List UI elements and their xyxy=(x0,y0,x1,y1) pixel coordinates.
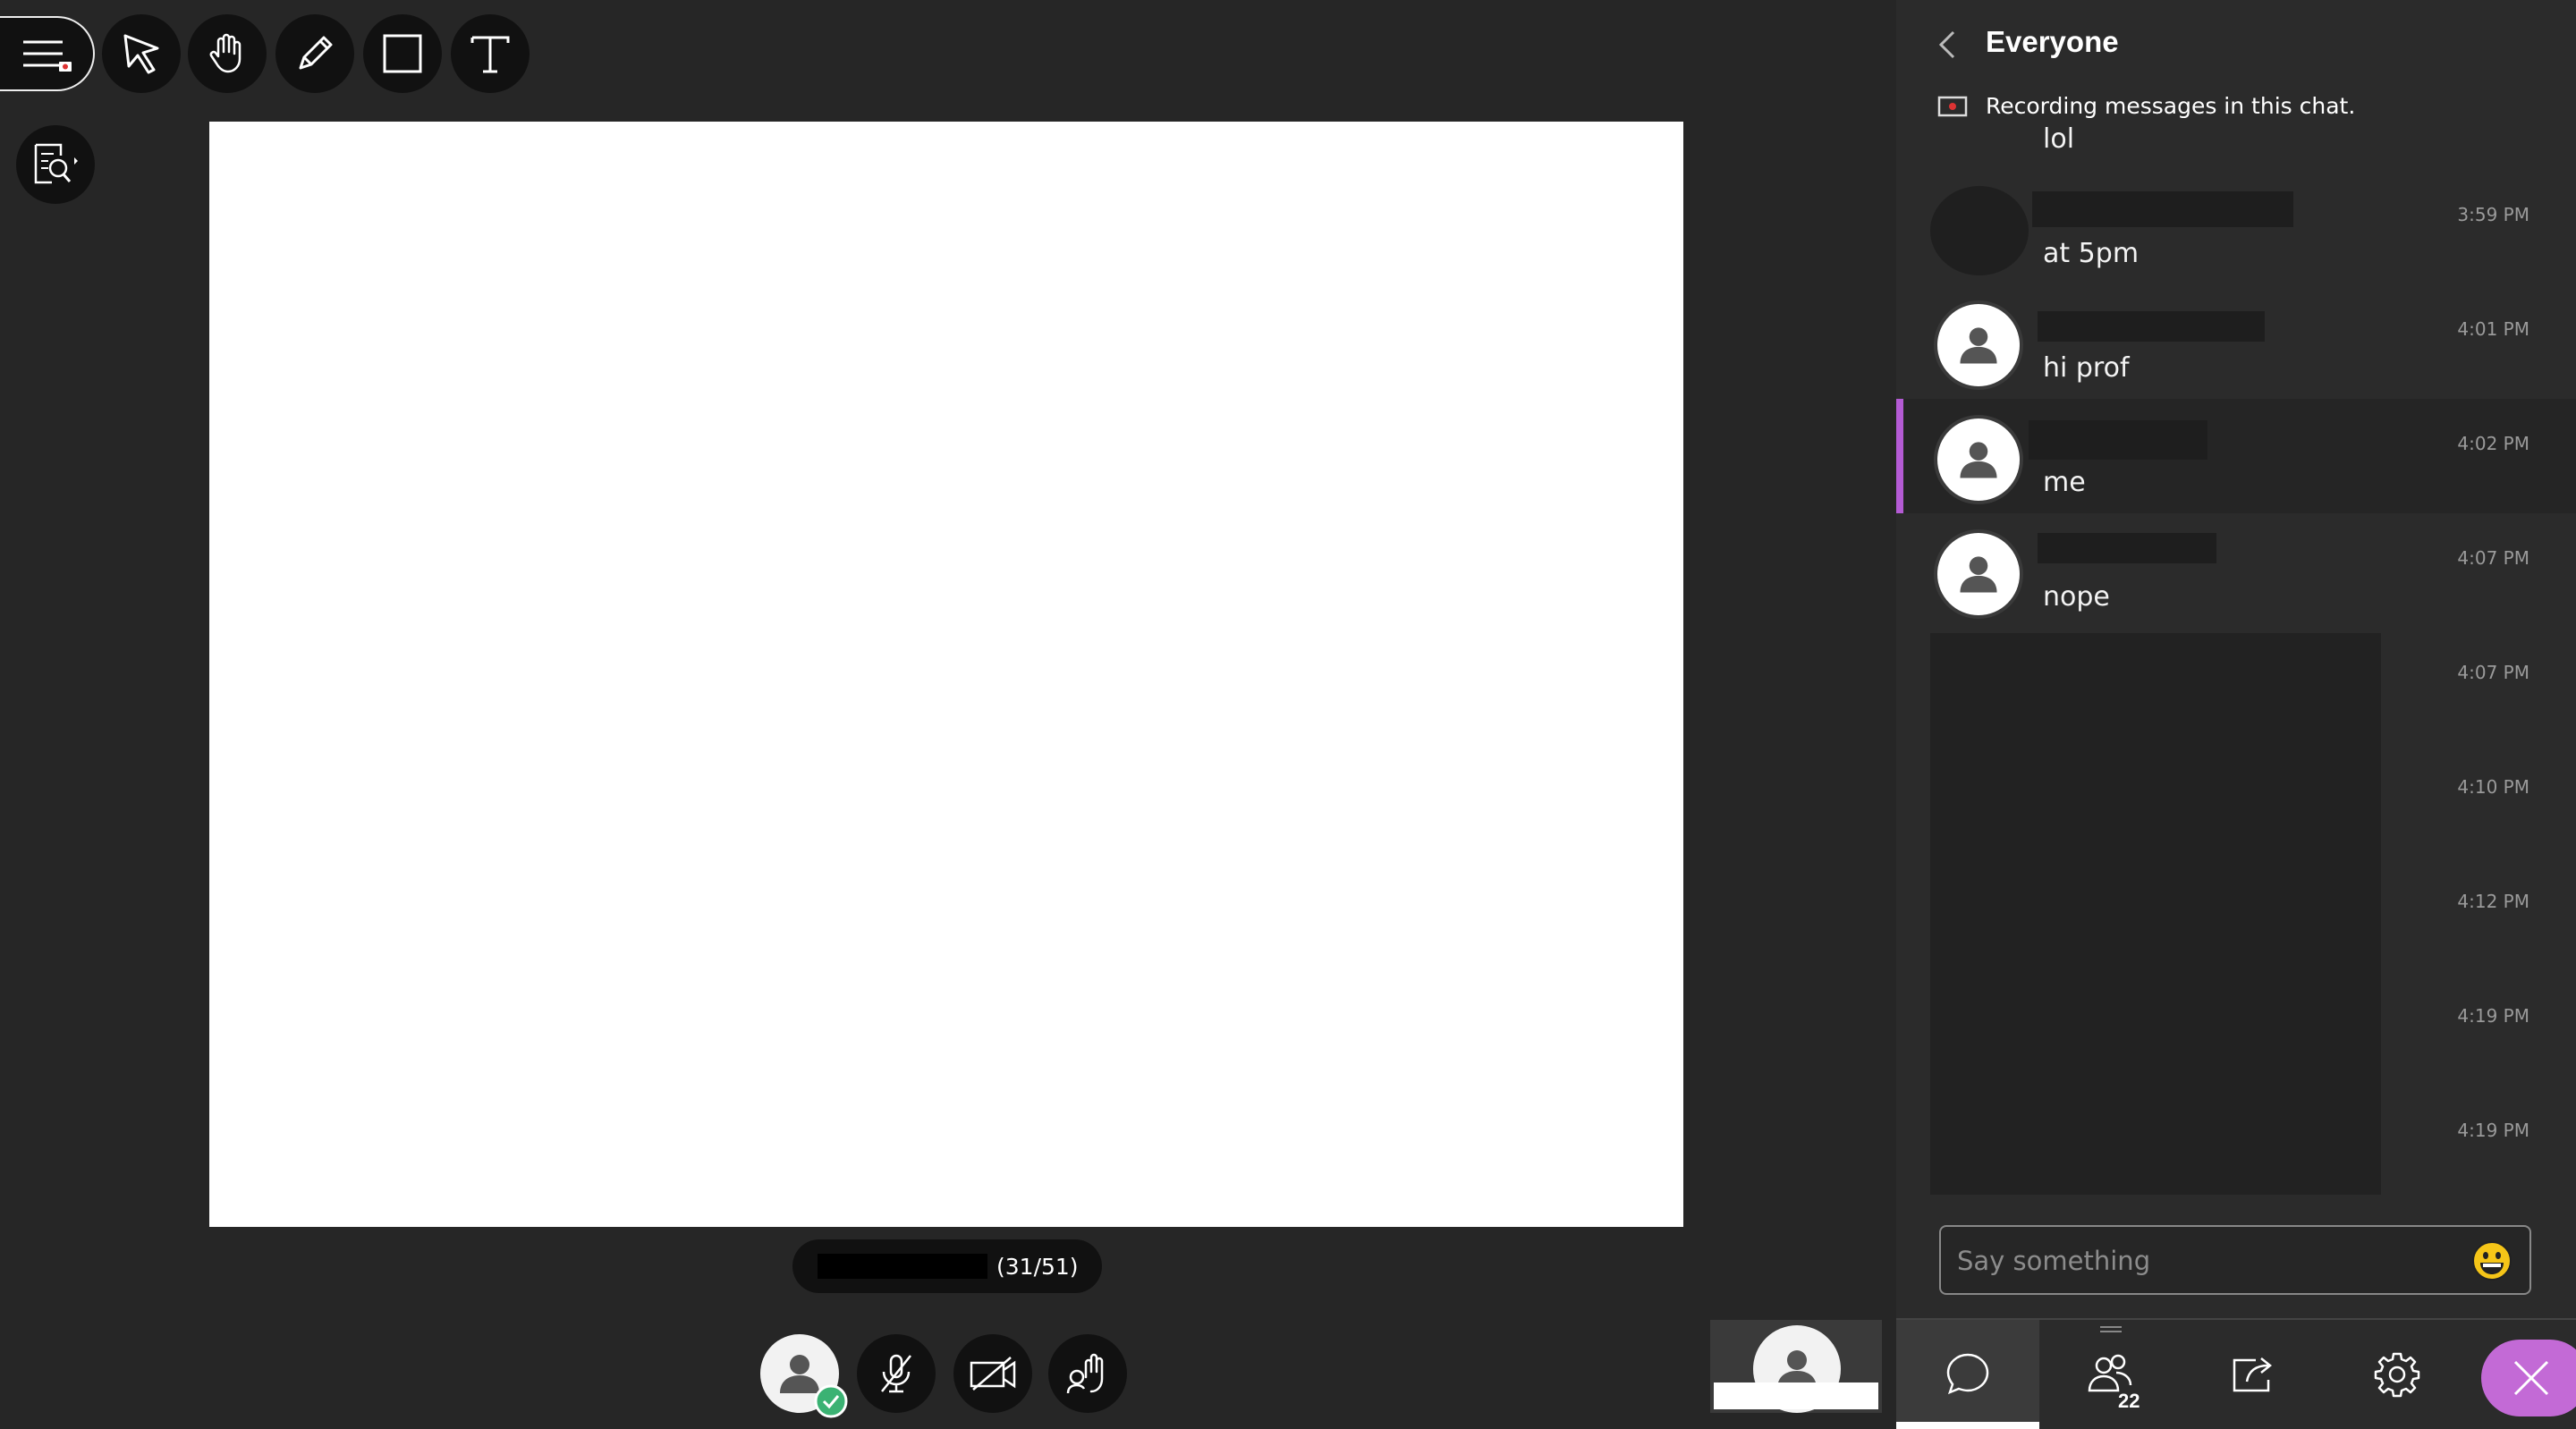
drag-handle-icon xyxy=(2100,1326,2122,1332)
session-menu-button[interactable] xyxy=(0,16,95,91)
tab-share-content[interactable] xyxy=(2182,1320,2326,1429)
emoji-smiley-icon[interactable] xyxy=(2470,1239,2513,1282)
redacted-sender-name xyxy=(2032,191,2293,227)
slide-navigator[interactable]: (31/51) xyxy=(792,1239,1102,1293)
microphone-muted-icon xyxy=(881,1354,911,1393)
camera-toggle-button[interactable] xyxy=(953,1334,1032,1413)
zoom-document-button[interactable] xyxy=(16,125,95,204)
message-time: 4:19 PM xyxy=(2457,1120,2529,1141)
text-tool-icon xyxy=(470,36,510,73)
message-time: 4:02 PM xyxy=(2457,433,2529,454)
document-search-icon xyxy=(34,143,78,184)
text-tool-button[interactable] xyxy=(451,14,530,93)
recording-notice-text: Recording messages in this chat. xyxy=(1986,93,2356,119)
chat-bubble-icon xyxy=(1946,1353,1989,1395)
user-avatar-icon xyxy=(1960,556,1997,593)
avatar xyxy=(1937,533,2020,615)
redacted-file-name xyxy=(818,1254,987,1279)
panel-tab-bar: 22 xyxy=(1896,1318,2576,1429)
chat-title: Everyone xyxy=(1986,25,2119,58)
message-time: 4:01 PM xyxy=(2457,318,2529,340)
recording-icon xyxy=(1937,96,1968,116)
avatar xyxy=(1937,419,2020,501)
redacted-sender-name xyxy=(2038,533,2216,563)
pencil-tool-button[interactable] xyxy=(275,14,354,93)
close-panel-icon xyxy=(2513,1360,2549,1396)
self-video-tile[interactable] xyxy=(1710,1320,1882,1413)
select-arrow-icon xyxy=(123,34,159,74)
message-time: 4:07 PM xyxy=(2457,547,2529,569)
rectangle-icon xyxy=(383,34,422,73)
tab-settings[interactable] xyxy=(2326,1320,2469,1429)
my-status-button[interactable] xyxy=(760,1334,848,1418)
participants-count: 22 xyxy=(2118,1390,2140,1412)
message-text: hi prof xyxy=(2043,352,2130,384)
tab-chat[interactable] xyxy=(1896,1320,2039,1429)
redacted-messages-block xyxy=(1930,633,2381,1195)
message-text: me xyxy=(2043,467,2086,498)
message-text: at 5pm xyxy=(2043,238,2140,269)
message-time: 4:07 PM xyxy=(2457,662,2529,683)
pan-tool-button[interactable] xyxy=(188,14,267,93)
back-chevron-icon[interactable] xyxy=(1936,29,1961,61)
share-content-icon xyxy=(2233,1357,2273,1392)
message-time: 4:10 PM xyxy=(2457,776,2529,798)
hamburger-menu-icon xyxy=(23,40,72,72)
tab-participants[interactable]: 22 xyxy=(2039,1320,2182,1429)
self-name-bar xyxy=(1714,1382,1878,1409)
select-tool-button[interactable] xyxy=(102,14,181,93)
shape-tool-button[interactable] xyxy=(363,14,442,93)
message-text: nope xyxy=(2043,581,2110,613)
pencil-icon xyxy=(299,36,333,70)
user-avatar-icon xyxy=(1960,442,1997,478)
avatar xyxy=(1937,304,2020,386)
presentation-slide[interactable] xyxy=(209,122,1683,1227)
raise-hand-icon xyxy=(1066,1353,1104,1394)
message-time: 3:59 PM xyxy=(2457,204,2529,225)
pan-hand-icon xyxy=(209,33,242,73)
camera-off-icon xyxy=(970,1357,1016,1391)
recording-notice: Recording messages in this chat. xyxy=(1937,93,2355,119)
settings-gear-icon xyxy=(2374,1352,2420,1398)
message-time: 4:12 PM xyxy=(2457,891,2529,912)
avatar-placeholder xyxy=(1930,186,2029,275)
redacted-sender-name xyxy=(2029,420,2207,460)
raise-hand-button[interactable] xyxy=(1048,1334,1127,1413)
user-avatar-icon xyxy=(1960,327,1997,364)
chat-panel: Everyone Recording messages in this chat… xyxy=(1896,0,2576,1429)
microphone-toggle-button[interactable] xyxy=(857,1334,936,1413)
highlight-indicator xyxy=(1896,399,1903,513)
message-text: lol xyxy=(2043,123,2075,155)
chat-input[interactable] xyxy=(1955,1239,2460,1282)
redacted-sender-name xyxy=(2038,311,2265,342)
status-check-icon xyxy=(814,1384,848,1418)
page-counter: (31/51) xyxy=(996,1253,1079,1280)
chat-input-box[interactable] xyxy=(1939,1225,2531,1295)
message-time: 4:19 PM xyxy=(2457,1005,2529,1027)
close-panel-button[interactable] xyxy=(2481,1340,2576,1416)
